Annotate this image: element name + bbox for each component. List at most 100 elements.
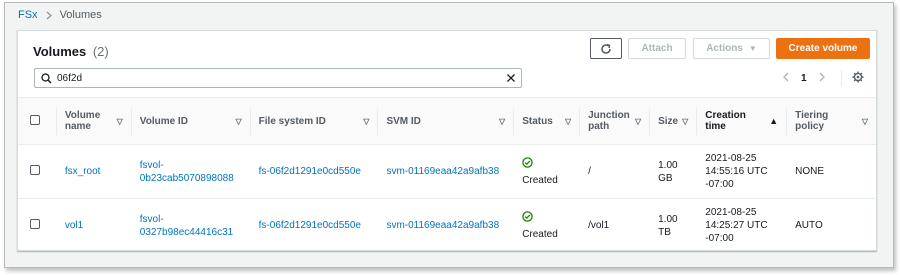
row-checkbox[interactable] (30, 218, 40, 229)
column-header-volume-id[interactable]: Volume ID ▽ (130, 97, 250, 145)
table-header-row: Volume name ▽ Volume ID ▽ File system ID… (18, 97, 876, 145)
svm-id-cell: svm-01169eaa42a9afb38 (377, 144, 514, 199)
column-header-junction-path[interactable]: Junction path ▽ (579, 97, 650, 145)
select-all-checkbox[interactable] (30, 114, 40, 125)
table-row[interactable]: fsx_root fsvol- 0b23cab5070898088 fs-06f2… (18, 144, 876, 199)
volumes-table: Volume name ▽ Volume ID ▽ File system ID… (18, 97, 876, 253)
refresh-icon (601, 43, 611, 54)
sort-caret-icon: ▽ (861, 116, 868, 126)
row-checkbox[interactable] (30, 164, 40, 175)
header-label: Volume ID (139, 115, 188, 127)
sort-caret-icon: ▽ (682, 116, 689, 126)
column-divider (377, 108, 379, 135)
actions-dropdown[interactable]: Actions ▼ (693, 38, 770, 59)
status-cell: Created (513, 199, 579, 253)
caret-down-icon: ▼ (748, 44, 757, 53)
status-text: Created (522, 228, 558, 240)
breadcrumb-current: Volumes (59, 9, 102, 21)
volume-id-link[interactable]: fsvol- 0b23cab5070898088 (140, 160, 234, 184)
header-label: Creation time (705, 110, 746, 132)
column-divider (696, 108, 698, 135)
volume-id-link[interactable]: fsvol- 0327b98ec44416c31 (140, 214, 233, 238)
panel-title-text: Volumes (33, 44, 87, 59)
attach-button[interactable]: Attach (628, 38, 686, 59)
header-label: Size (658, 115, 679, 127)
status-cell: Created (513, 144, 580, 199)
junction-path-cell: / (579, 144, 650, 199)
column-divider (249, 108, 251, 135)
panel-title: Volumes (2) (33, 44, 109, 59)
success-check-icon (522, 156, 579, 172)
size-cell: 1.00 TB (658, 213, 678, 238)
header-label: Tiering policy (795, 110, 829, 132)
header-label: File system ID (258, 115, 326, 127)
search-icon (35, 72, 57, 84)
creation-time-cell: 2021-08-25 14:55:16 UTC -07:00 (696, 144, 787, 199)
column-divider (579, 108, 581, 135)
table-row[interactable]: vol1 fsvol- 0327b98ec44416c31 fs-06f2d129… (18, 199, 876, 253)
column-header-size[interactable]: Size ▽ (649, 97, 697, 145)
volume-name-link[interactable]: vol1 (65, 220, 83, 231)
search-field[interactable]: 06f2d (34, 68, 522, 88)
create-volume-button[interactable]: Create volume (776, 38, 870, 59)
row-select-cell (18, 144, 56, 199)
pager-divider (841, 70, 842, 86)
tiering-policy-cell: NONE (786, 144, 876, 199)
column-header-status[interactable]: Status ▽ (513, 97, 580, 145)
status-text: Created (522, 174, 558, 186)
breadcrumb-fsx-link[interactable]: FSx (18, 9, 38, 21)
size-cell: 1.00 GB (649, 144, 697, 199)
volume-name-cell: fsx_root (55, 144, 131, 199)
svm-id-cell: svm-01169eaa42a9afb38 (377, 199, 513, 253)
gear-icon[interactable] (852, 71, 864, 86)
sort-caret-icon: ▽ (564, 116, 572, 126)
app-window: FSx Volumes Volumes (2) Attach Actions ▼… (4, 2, 894, 268)
sort-caret-icon: ▽ (499, 116, 506, 126)
header-label: Volume name (64, 110, 101, 132)
volume-id-cell: fsvol- 0327b98ec44416c31 (131, 199, 250, 253)
sort-caret-icon: ▽ (634, 116, 642, 126)
volumes-panel: Volumes (2) Attach Actions ▼ Create volu… (17, 30, 877, 251)
column-header-volume-name[interactable]: Volume name ▽ (55, 97, 131, 145)
file-system-id-link[interactable]: fs-06f2d1291e0cd550e (259, 166, 361, 177)
file-system-id-cell: fs-06f2d1291e0cd550e (249, 144, 378, 199)
column-header-svm-id[interactable]: SVM ID ▽ (377, 97, 514, 145)
success-check-icon (522, 211, 579, 226)
sort-caret-icon: ▽ (363, 116, 370, 126)
previous-page-icon[interactable] (781, 71, 791, 85)
file-system-id-link[interactable]: fs-06f2d1291e0cd550e (259, 220, 361, 231)
chevron-right-icon (46, 11, 52, 20)
select-all-header (18, 97, 56, 145)
column-header-file-system-id[interactable]: File system ID ▽ (249, 97, 378, 145)
pagination: 1 (781, 68, 827, 88)
column-divider (513, 108, 515, 135)
row-select-cell (18, 199, 56, 253)
volume-count: (2) (92, 44, 109, 59)
header-label: SVM ID (386, 115, 421, 127)
column-divider (649, 108, 651, 135)
breadcrumb: FSx Volumes (18, 8, 102, 22)
column-divider (786, 108, 788, 135)
clear-search-icon[interactable] (501, 73, 521, 83)
column-divider (130, 108, 132, 135)
column-header-tiering-policy[interactable]: Tiering policy ▽ (786, 97, 876, 145)
tiering-policy-cell: AUTO (795, 220, 823, 232)
current-page[interactable]: 1 (801, 73, 807, 84)
volume-name-cell: vol1 (56, 199, 131, 253)
sort-ascending-icon: ▲ (769, 116, 779, 126)
header-label: Status (522, 115, 553, 127)
column-divider (55, 108, 57, 135)
file-system-id-cell: fs-06f2d1291e0cd550e (250, 199, 378, 253)
volume-name-link[interactable]: fsx_root (65, 166, 101, 177)
creation-time-cell: 2021-08-25 14:25:27 UTC -07:00 (705, 207, 768, 245)
sort-caret-icon: ▽ (235, 116, 242, 126)
refresh-button[interactable] (590, 38, 622, 59)
sort-caret-icon: ▽ (116, 116, 123, 126)
column-header-creation-time[interactable]: Creation time ▲ (696, 97, 787, 145)
next-page-icon[interactable] (817, 71, 827, 85)
svm-id-link[interactable]: svm-01169eaa42a9afb38 (386, 220, 499, 231)
junction-path-cell: /vol1 (588, 220, 610, 232)
search-input[interactable]: 06f2d (57, 73, 501, 84)
svm-id-link[interactable]: svm-01169eaa42a9afb38 (386, 166, 499, 177)
actions-label: Actions (706, 43, 743, 54)
